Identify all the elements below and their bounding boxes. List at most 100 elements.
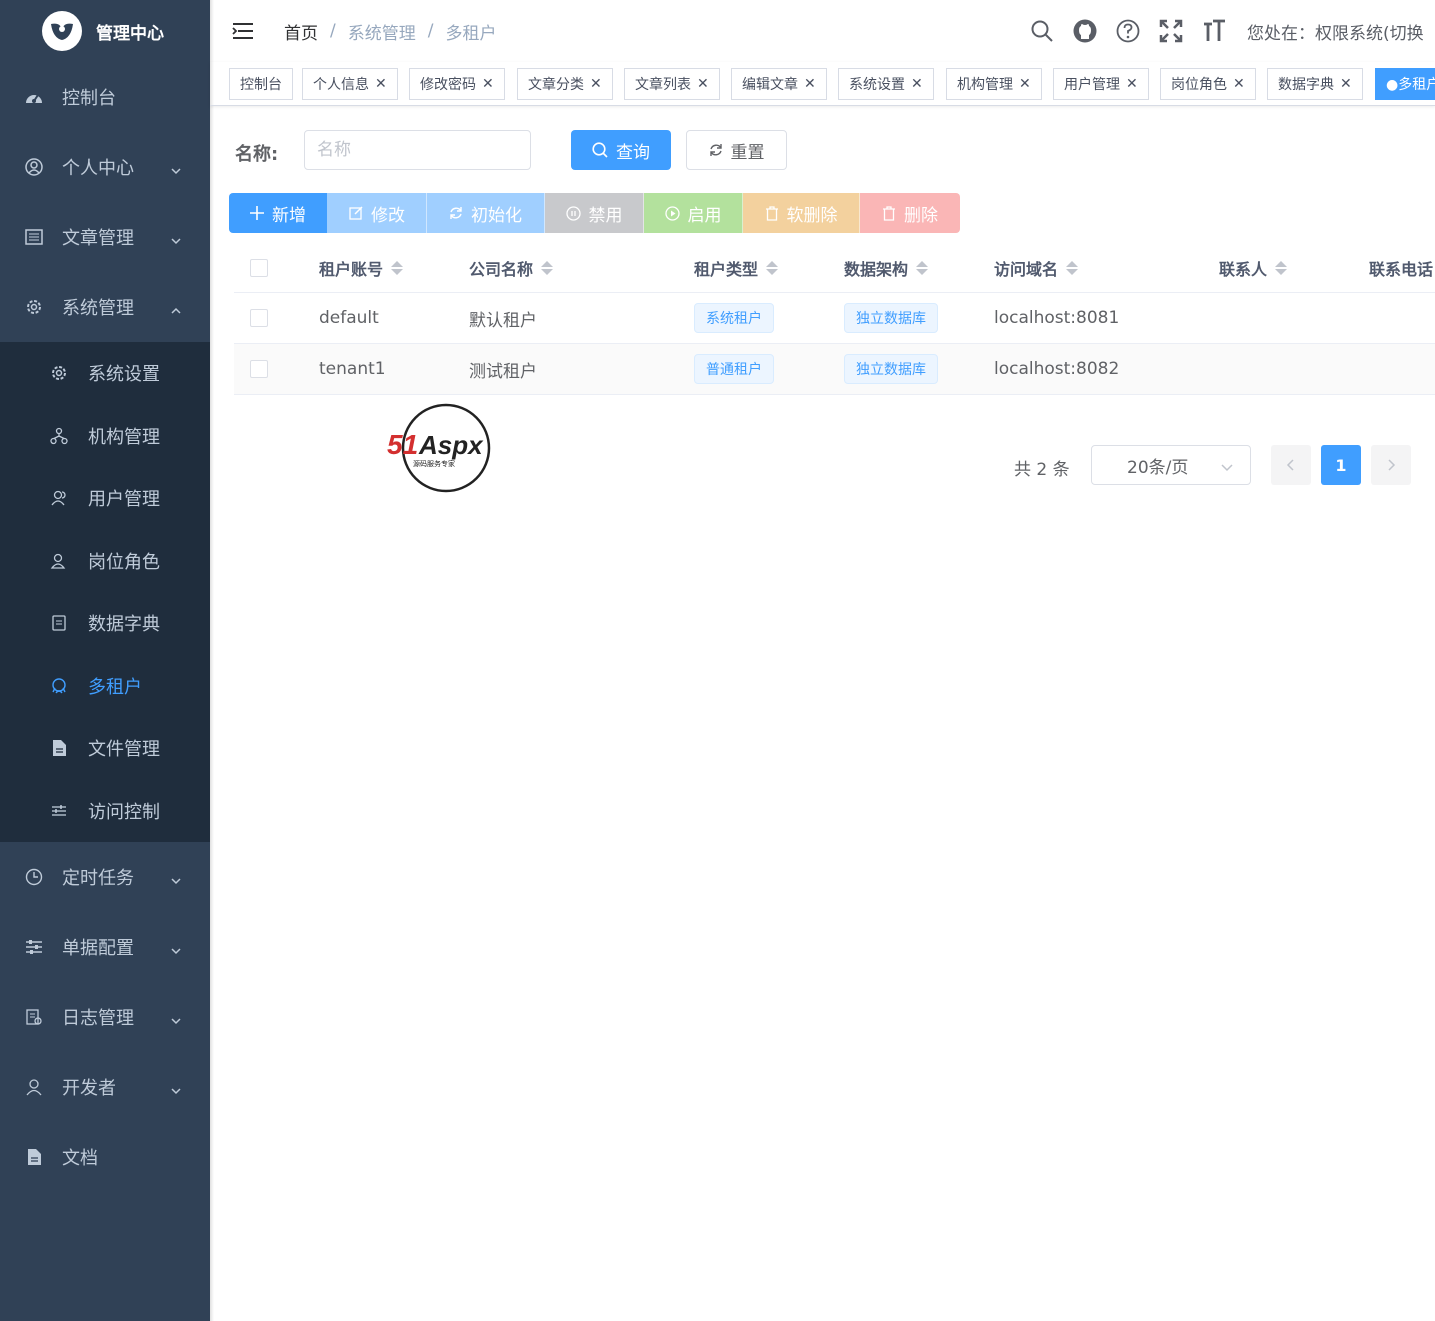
close-icon[interactable]: ✕ — [1233, 76, 1245, 92]
sidebar-item-roles[interactable]: 岗位角色 — [0, 530, 210, 593]
brand[interactable]: 管理中心 — [0, 0, 210, 62]
reset-button[interactable]: 重置 — [686, 130, 787, 170]
sidebar-item-users[interactable]: 用户管理 — [0, 467, 210, 530]
sidebar-item-dashboard[interactable]: 控制台 — [0, 62, 210, 132]
close-icon[interactable]: ✕ — [697, 76, 709, 92]
tag-org-management[interactable]: 机构管理 ✕ — [946, 68, 1042, 100]
developer-icon — [24, 1077, 44, 1097]
query-button[interactable]: 查询 — [571, 130, 671, 170]
add-button[interactable]: 新增 — [229, 193, 328, 233]
tag-roles[interactable]: 岗位角色 ✕ — [1160, 68, 1256, 100]
tag-article-category[interactable]: 文章分类 ✕ — [517, 68, 613, 100]
soft-delete-button[interactable]: 软删除 — [743, 193, 860, 233]
close-icon[interactable]: ✕ — [375, 76, 387, 92]
edit-button[interactable]: 修改 — [328, 193, 427, 233]
sidebar-item-docs[interactable]: 文档 — [0, 1122, 210, 1192]
tags-view: 控制台 个人信息 ✕ 修改密码 ✕ 文章分类 ✕ 文章列表 ✕ 编辑文章 ✕ 系统设置 ✕ … — [210, 62, 1435, 106]
prev-page-button[interactable] — [1271, 445, 1311, 485]
fullscreen-icon[interactable] — [1159, 19, 1183, 43]
refresh-icon — [709, 143, 723, 157]
column-header-arch[interactable]: 数据架构 — [844, 243, 929, 292]
chevron-down-icon — [170, 161, 182, 182]
sliders-icon — [50, 802, 68, 820]
column-header-domain[interactable]: 访问域名 — [994, 243, 1079, 292]
sidebar-item-system[interactable]: 系统管理 — [0, 272, 210, 342]
checkbox[interactable] — [250, 258, 268, 277]
tag-dashboard[interactable]: 控制台 — [229, 68, 293, 100]
sort-icon[interactable] — [541, 260, 554, 275]
column-header-contact[interactable]: 联系人 — [1219, 243, 1288, 292]
sidebar-item-access[interactable]: 访问控制 — [0, 780, 210, 843]
sidebar-item-tenant[interactable]: 多租户 — [0, 655, 210, 718]
current-location[interactable]: 您处在：权限系统(切换 — [1247, 19, 1424, 44]
name-search-input[interactable] — [304, 130, 531, 170]
tag-system-settings[interactable]: 系统设置 ✕ — [838, 68, 934, 100]
sidebar-item-developer[interactable]: 开发者 — [0, 1052, 210, 1122]
clock-icon — [24, 867, 44, 887]
sidebar-item-articles[interactable]: 文章管理 — [0, 202, 210, 272]
tag-dictionary[interactable]: 数据字典 ✕ — [1267, 68, 1363, 100]
sidebar-item-logs[interactable]: 日志管理 — [0, 982, 210, 1052]
tag-personal-info[interactable]: 个人信息 ✕ — [302, 68, 398, 100]
sidebar-item-scheduled-tasks[interactable]: 定时任务 — [0, 842, 210, 912]
table-row[interactable]: default 默认租户 系统租户 独立数据库 localhost:8081 — [234, 293, 1435, 344]
close-icon[interactable]: ✕ — [804, 76, 816, 92]
font-size-icon[interactable] — [1202, 19, 1226, 43]
tag-article-list[interactable]: 文章列表 ✕ — [624, 68, 720, 100]
init-button[interactable]: 初始化 — [427, 193, 545, 233]
sidebar-item-personal[interactable]: 个人中心 — [0, 132, 210, 202]
close-icon[interactable]: ✕ — [1340, 76, 1352, 92]
hamburger-icon[interactable] — [232, 21, 254, 41]
select-all-checkbox[interactable] — [250, 243, 268, 292]
close-icon[interactable]: ✕ — [911, 76, 923, 92]
sidebar-item-files[interactable]: 文件管理 — [0, 717, 210, 780]
close-icon[interactable]: ✕ — [1126, 76, 1138, 92]
row-checkbox[interactable] — [250, 293, 268, 343]
row-checkbox[interactable] — [250, 344, 268, 394]
sort-icon[interactable] — [391, 260, 404, 275]
sidebar-item-system-settings[interactable]: 系统设置 — [0, 342, 210, 405]
cell-account: tenant1 — [319, 359, 386, 379]
sidebar-item-doc-config[interactable]: 单据配置 — [0, 912, 210, 982]
tag-edit-article[interactable]: 编辑文章 ✕ — [731, 68, 827, 100]
chevron-down-icon — [170, 231, 182, 252]
page-number[interactable]: 1 — [1321, 445, 1361, 485]
help-icon[interactable] — [1116, 19, 1140, 43]
close-icon[interactable]: ✕ — [482, 76, 494, 92]
sidebar-item-dictionary[interactable]: 数据字典 — [0, 592, 210, 655]
column-header-type[interactable]: 租户类型 — [694, 243, 779, 292]
tag-user-management[interactable]: 用户管理 ✕ — [1053, 68, 1149, 100]
delete-button[interactable]: 删除 — [860, 193, 960, 233]
sort-icon[interactable] — [1066, 260, 1079, 275]
column-header-company[interactable]: 公司名称 — [469, 243, 554, 292]
enable-button[interactable]: 启用 — [644, 193, 743, 233]
column-header-phone[interactable]: 联系电话 — [1369, 243, 1433, 292]
disable-button[interactable]: 禁用 — [545, 193, 644, 233]
tag-label: 编辑文章 — [742, 77, 798, 93]
tag-label: 控制台 — [240, 77, 282, 93]
table-row[interactable]: tenant1 测试租户 普通租户 独立数据库 localhost:8082 — [234, 344, 1435, 395]
sidebar-item-label: 系统管理 — [62, 298, 134, 319]
github-icon[interactable] — [1073, 19, 1097, 43]
checkbox[interactable] — [250, 360, 268, 378]
close-icon[interactable]: ✕ — [590, 76, 602, 92]
sidebar-item-label: 多租户 — [88, 676, 142, 698]
chevron-up-icon — [170, 301, 182, 322]
breadcrumb-home[interactable]: 首页 — [284, 19, 318, 44]
type-tag: 系统租户 — [694, 303, 774, 333]
close-icon[interactable]: ✕ — [1019, 76, 1031, 92]
next-page-button[interactable] — [1371, 445, 1411, 485]
tag-change-password[interactable]: 修改密码 ✕ — [409, 68, 505, 100]
enable-label: 启用 — [687, 205, 722, 226]
log-icon — [24, 1007, 44, 1027]
sidebar-item-org[interactable]: 机构管理 — [0, 405, 210, 468]
sort-icon[interactable] — [916, 260, 929, 275]
breadcrumb-system: 系统管理 — [347, 23, 416, 44]
sort-icon[interactable] — [766, 260, 779, 275]
page-size-select[interactable]: 20条/页 — [1091, 445, 1251, 485]
sort-icon[interactable] — [1275, 260, 1288, 275]
search-icon[interactable] — [1030, 19, 1054, 43]
checkbox[interactable] — [250, 309, 268, 327]
column-header-account[interactable]: 租户账号 — [319, 243, 404, 292]
tag-tenant[interactable]: ●多租户 — [1375, 68, 1435, 100]
